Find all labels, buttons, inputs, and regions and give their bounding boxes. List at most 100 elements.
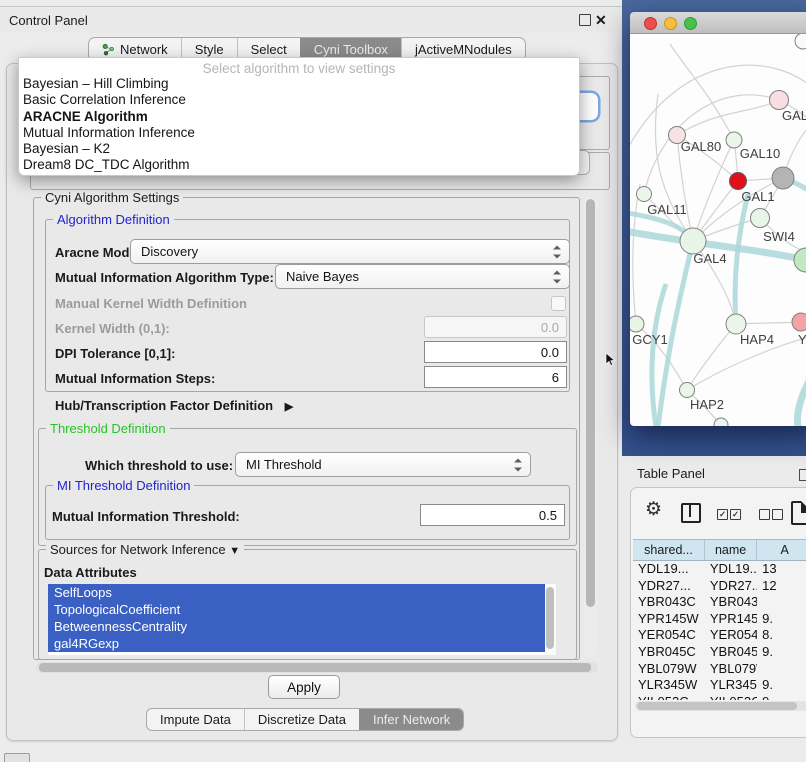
expanded-arrow-icon[interactable]: ▼ [229,545,240,557]
attribute-item-topologicalcoefficient[interactable]: TopologicalCoefficient [48,601,545,618]
network-node[interactable] [680,383,695,398]
network-node[interactable] [630,316,644,332]
table-body: YDL19...YDL19...13YDR27...YDR27...12YBR0… [633,561,806,700]
network-window-titlebar[interactable] [630,12,806,34]
column-header-a[interactable]: A [757,540,806,560]
dropdown-item-mutual-information-inference[interactable]: Mutual Information Inference [19,125,579,141]
network-icon [102,43,115,56]
unchecked-box-icon[interactable] [759,509,770,520]
network-view-window[interactable]: GAL2GAL80GAL10GAL1GAL11SWI4GAL4GCY1HAP4Y… [630,12,806,426]
hub-definition-toggle[interactable]: Hub/Transcription Factor Definition ▶ [55,398,293,413]
attribute-item-selfloops[interactable]: SelfLoops [48,584,545,601]
close-traffic-light-icon[interactable] [644,17,657,30]
network-node[interactable] [770,91,789,110]
apply-button[interactable]: Apply [268,675,340,699]
aracne-mode-select[interactable]: Discovery [130,239,570,264]
algorithm-dropdown-popup: Select algorithm to view settings Bayesi… [18,57,580,176]
data-attributes-list[interactable]: SelfLoopsTopologicalCoefficientBetweenne… [48,584,545,655]
collapsed-arrow-icon[interactable]: ▶ [285,401,293,413]
gear-icon[interactable]: ⚙ [645,500,662,519]
table-cell: YDL19... [705,561,757,578]
table-row[interactable]: YPR145WYPR145W9. [633,611,806,628]
bottom-left-mini-button[interactable] [4,753,30,762]
table-cell: 13 [757,561,806,578]
apply-button-label: Apply [287,680,321,695]
table-cell: YER054C [633,627,705,644]
network-canvas[interactable]: GAL2GAL80GAL10GAL1GAL11SWI4GAL4GCY1HAP4Y… [630,34,806,426]
column-header-name[interactable]: name [705,540,757,560]
network-node[interactable] [794,248,806,272]
table-row[interactable]: YLR345WYLR345W9. [633,677,806,694]
table-row[interactable]: YER054CYER054C8. [633,627,806,644]
manual-kernel-width-checkbox[interactable] [551,296,566,311]
table-panel-float-icon[interactable] [799,469,806,481]
table-row[interactable]: YBR045CYBR045C9. [633,644,806,661]
settings-vertical-scrollbar[interactable] [584,197,597,658]
scrollbar-thumb[interactable] [39,663,591,672]
sources-group-title[interactable]: Sources for Network Inference ▼ [46,542,244,557]
app-screen: Control Panel ✕ NetworkStyleSelectCyni T… [0,0,806,762]
network-node[interactable] [637,187,652,202]
bottom-tab-infer-network[interactable]: Infer Network [359,709,463,730]
table-row[interactable]: YBR043CYBR043C [633,594,806,611]
scrollbar-thumb[interactable] [637,702,797,710]
network-node[interactable] [795,34,806,49]
mi-threshold-field[interactable]: 0.5 [420,504,565,526]
checked-box-icon[interactable]: ✓ [717,509,728,520]
minimize-traffic-light-icon[interactable] [664,17,677,30]
tab-label: Impute Data [160,712,231,727]
mi-algorithm-type-select[interactable]: Naive Bayes [275,264,570,289]
table-cell: YLR345W [633,677,705,694]
tab-label: Network [120,42,168,57]
table-cell [757,594,806,611]
bottom-tab-impute-data[interactable]: Impute Data [147,709,244,730]
scrollbar-thumb[interactable] [586,199,595,607]
table-cell: YBR045C [633,644,705,661]
dropdown-item-aracne-algorithm[interactable]: ARACNE Algorithm [19,109,579,125]
node-label-hap4: HAP4 [740,332,774,347]
dropdown-item-bayesian-hill-climbing[interactable]: Bayesian – Hill Climbing [19,76,579,92]
table-header-row[interactable]: shared...nameA [633,540,806,561]
which-threshold-select[interactable]: MI Threshold [235,452,531,477]
table-cell: YBR043C [705,594,757,611]
table-row[interactable]: YIL052CYIL052C9 [633,694,806,700]
dropdown-item-bayesian-k2[interactable]: Bayesian – K2 [19,141,579,157]
mi-threshold-group-title: MI Threshold Definition [53,478,194,493]
settings-horizontal-scrollbar[interactable] [36,662,598,673]
checked-box-icon[interactable]: ✓ [730,509,741,520]
node-attribute-table[interactable]: shared...nameA YDL19...YDL19...13YDR27..… [633,539,806,700]
table-row[interactable]: YDR27...YDR27...12 [633,578,806,595]
float-window-icon[interactable] [579,14,591,26]
dropdown-prompt: Select algorithm to view settings [19,61,579,76]
attribute-item-betweennesscentrality[interactable]: BetweennessCentrality [48,618,545,635]
network-node[interactable] [726,314,746,334]
column-header-shared[interactable]: shared... [633,540,705,560]
data-attributes-label: Data Attributes [44,565,137,580]
mi-steps-field[interactable]: 6 [424,366,567,388]
unchecked-box-icon[interactable] [772,509,783,520]
network-node[interactable] [751,209,770,228]
close-icon[interactable]: ✕ [595,11,607,29]
network-node[interactable] [792,313,806,331]
scrollbar-thumb[interactable] [546,587,554,649]
control-panel-titlebar: Control Panel [0,7,622,33]
bottom-tab-discretize-data[interactable]: Discretize Data [244,709,359,730]
zoom-traffic-light-icon[interactable] [684,17,697,30]
network-node[interactable] [772,167,794,189]
attributes-list-scrollbar[interactable] [545,584,556,655]
attribute-item-gal4rgexp[interactable]: gal4RGexp [48,635,545,652]
dpi-tolerance-field[interactable]: 0.0 [424,341,567,363]
network-node-labels: GAL2GAL80GAL10GAL1GAL11SWI4GAL4GCY1HAP4Y… [632,108,806,412]
network-node[interactable] [730,173,747,190]
manual-kernel-width-label: Manual Kernel Width Definition [55,296,247,311]
mi-algorithm-type-label: Mutual Information Algorithm Type: [55,270,274,285]
dropdown-item-dream8-dc-tdc-algorithm[interactable]: Dream8 DC_TDC Algorithm [19,157,579,173]
table-row[interactable]: YDL19...YDL19...13 [633,561,806,578]
table-horizontal-scrollbar[interactable] [635,701,806,711]
table-row[interactable]: YBL079WYBL079W [633,661,806,678]
columns-icon[interactable] [681,503,701,523]
table-cell: YBL079W [705,661,757,678]
page-icon[interactable] [791,501,806,525]
dropdown-item-basic-correlation-inference[interactable]: Basic Correlation Inference [19,92,579,108]
kernel-width-value: 0.0 [541,320,559,335]
